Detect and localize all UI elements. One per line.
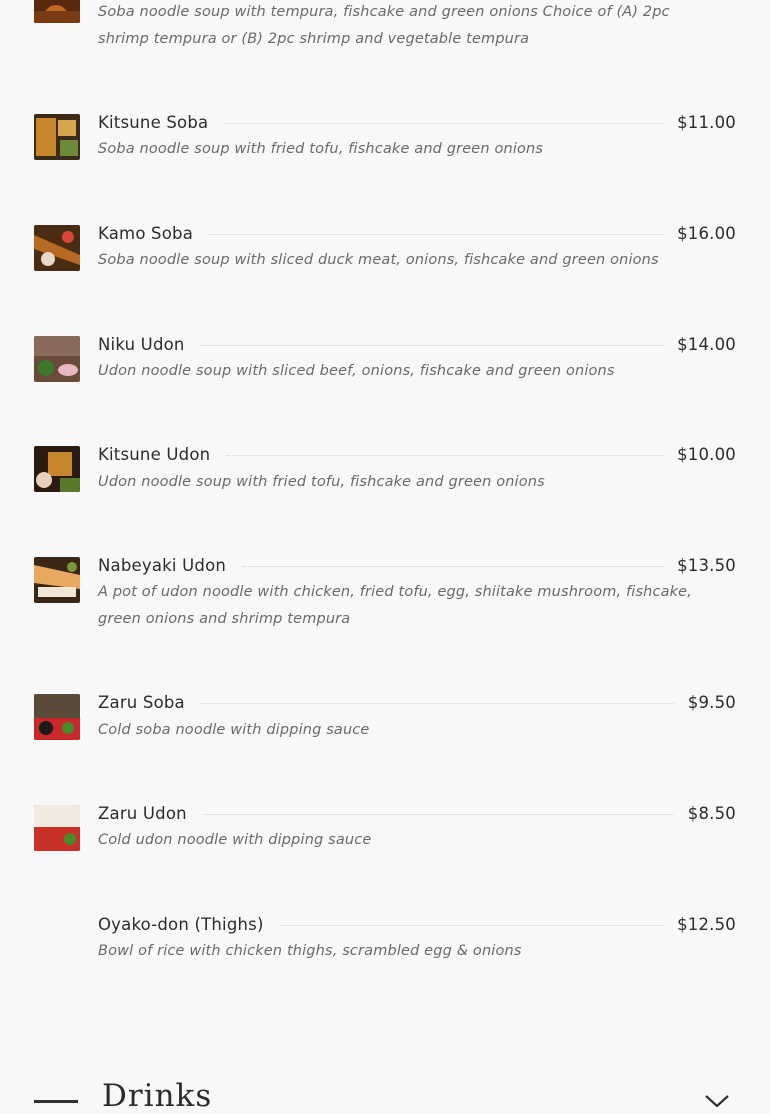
item-header: Nabeyaki Udon $13.50 xyxy=(98,554,736,576)
item-name: Zaru Udon xyxy=(98,803,187,823)
item-name: Kitsune Soba xyxy=(98,112,209,132)
leader-dots xyxy=(202,813,674,815)
item-header: Kitsune Udon $10.00 xyxy=(98,443,736,465)
dish-photo[interactable] xyxy=(34,694,80,740)
item-name: Kitsune Udon xyxy=(98,444,211,464)
item-price: $16.00 xyxy=(677,223,736,243)
item-description: Soba noodle soup with tempura, fishcake … xyxy=(98,4,670,47)
item-name: Kamo Soba xyxy=(98,223,194,243)
leader-dots xyxy=(242,565,664,567)
dish-photo[interactable] xyxy=(34,114,80,160)
leader-dots xyxy=(224,122,664,124)
section-title: Drinks xyxy=(102,1078,213,1114)
dish-photo[interactable] xyxy=(34,336,80,382)
dish-photo[interactable] xyxy=(34,0,80,23)
item-header: Oyako-don (Thighs) $12.50 xyxy=(98,913,736,935)
dish-photo[interactable] xyxy=(34,805,80,851)
chevron-down-icon[interactable] xyxy=(703,1092,731,1110)
item-description: Soba noodle soup with fried tofu, fishca… xyxy=(98,141,544,157)
item-header: Kamo Soba $16.00 xyxy=(98,222,736,244)
section-divider xyxy=(34,1100,78,1103)
item-header: Niku Udon $14.00 xyxy=(98,333,736,355)
drinks-section-header[interactable]: Drinks xyxy=(0,1070,770,1114)
item-description: Soba noodle soup with sliced duck meat, … xyxy=(98,252,659,268)
leader-dots xyxy=(209,233,664,235)
item-header: Zaru Udon $8.50 xyxy=(98,802,736,824)
leader-dots xyxy=(279,924,664,926)
item-price: $14.00 xyxy=(677,334,736,354)
item-description: Udon noodle soup with sliced beef, onion… xyxy=(98,363,615,379)
item-description: Bowl of rice with chicken thighs, scramb… xyxy=(98,943,522,959)
item-price: $9.50 xyxy=(687,692,736,712)
leader-dots xyxy=(200,702,674,704)
item-description: Cold udon noodle with dipping sauce xyxy=(98,832,372,848)
leader-dots xyxy=(226,454,664,456)
item-header: Kitsune Soba $11.00 xyxy=(98,111,736,133)
item-price: $8.50 xyxy=(687,803,736,823)
item-name: Oyako-don (Thighs) xyxy=(98,914,264,934)
item-description: Cold soba noodle with dipping sauce xyxy=(98,722,370,738)
item-name: Zaru Soba xyxy=(98,692,185,712)
dish-photo[interactable] xyxy=(34,225,80,271)
leader-dots xyxy=(200,344,664,346)
item-price: $12.50 xyxy=(677,914,736,934)
item-description: Udon noodle soup with fried tofu, fishca… xyxy=(98,474,545,490)
item-price: $11.00 xyxy=(677,112,736,132)
item-price: $10.00 xyxy=(677,444,736,464)
item-header: Zaru Soba $9.50 xyxy=(98,691,736,713)
item-price: $13.50 xyxy=(677,555,736,575)
dish-photo[interactable] xyxy=(34,557,80,603)
item-name: Nabeyaki Udon xyxy=(98,555,227,575)
item-description: A pot of udon noodle with chicken, fried… xyxy=(98,584,693,627)
dish-photo[interactable] xyxy=(34,446,80,492)
item-name: Niku Udon xyxy=(98,334,185,354)
